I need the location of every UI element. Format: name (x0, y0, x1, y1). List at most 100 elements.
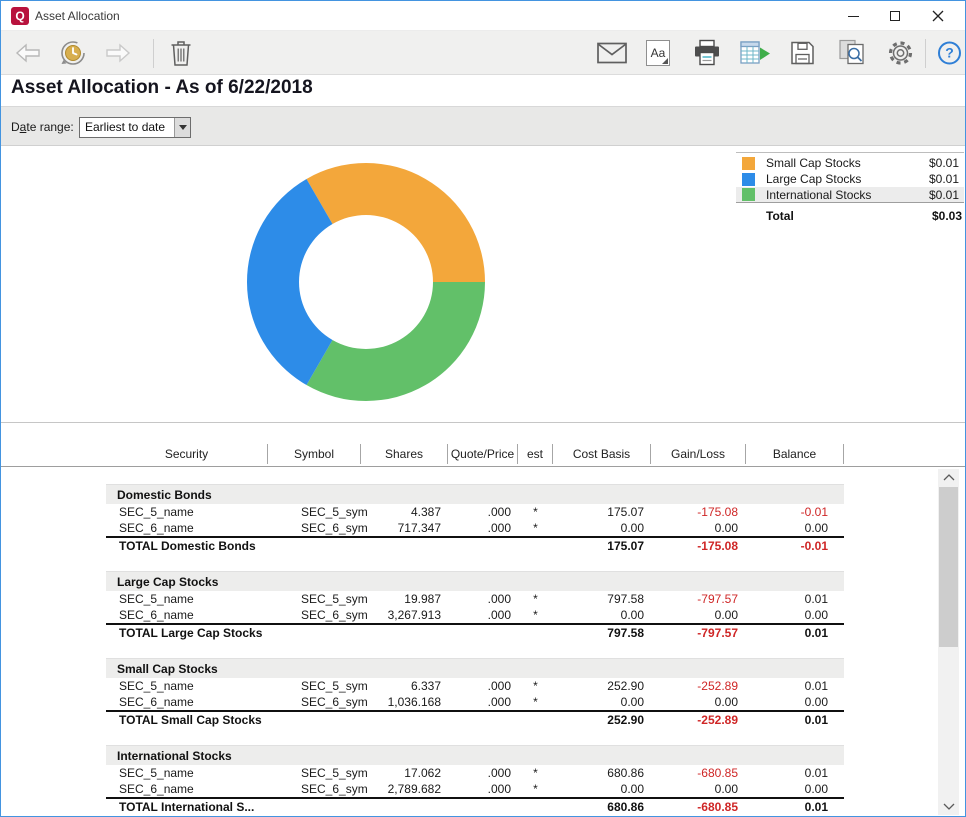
cell-symbol: SEC_5_sym (268, 591, 361, 607)
security-row[interactable]: SEC_6_name SEC_6_sym 1,036.168 .000 * 0.… (106, 694, 844, 710)
title-bar: Q Asset Allocation (1, 1, 965, 31)
cell-shares: 1,036.168 (361, 694, 448, 710)
total-balance: 0.01 (746, 799, 844, 816)
date-range-label: Date range: (11, 107, 74, 147)
cell-security: SEC_6_name (106, 520, 268, 536)
security-row[interactable]: SEC_6_name SEC_6_sym 2,789.682 .000 * 0.… (106, 781, 844, 797)
cell-quote: .000 (448, 765, 518, 781)
cell-balance: 0.00 (746, 520, 844, 536)
scrollbar-thumb[interactable] (939, 487, 958, 647)
save-button[interactable] (790, 40, 815, 65)
export-button[interactable] (740, 40, 771, 66)
donut-segment-large-cap[interactable] (247, 179, 333, 385)
report-header: Asset Allocation - As of 6/22/2018 (1, 75, 965, 106)
quicken-logo-icon: Q (11, 7, 29, 25)
donut-segment-small-cap[interactable] (307, 163, 486, 282)
legend-label: International Stocks (766, 188, 871, 202)
cell-security: SEC_6_name (106, 607, 268, 623)
settings-button[interactable] (887, 39, 914, 66)
toolbar-separator (925, 39, 926, 68)
print-button[interactable] (693, 39, 721, 66)
table-body: Domestic Bonds SEC_5_name SEC_5_sym 4.38… (1, 468, 965, 816)
vertical-scrollbar[interactable] (938, 469, 959, 815)
print-preview-button[interactable] (839, 39, 866, 66)
cell-balance: 0.00 (746, 781, 844, 797)
group-header: Domestic Bonds (106, 484, 844, 504)
cell-security: SEC_5_name (106, 591, 268, 607)
cell-est: * (518, 694, 553, 710)
total-gain-loss: -680.85 (651, 799, 746, 816)
total-balance: 0.01 (746, 625, 844, 642)
minimize-button[interactable] (838, 1, 868, 31)
cell-est: * (518, 591, 553, 607)
legend-row-small-cap[interactable]: Small Cap Stocks $0.01 (736, 155, 964, 171)
cell-cost-basis: 680.86 (553, 765, 651, 781)
legend-swatch-icon (742, 188, 755, 201)
save-floppy-icon (790, 40, 815, 65)
security-row[interactable]: SEC_5_name SEC_5_sym 4.387 .000 * 175.07… (106, 504, 844, 520)
font-button[interactable]: Aa (646, 40, 670, 66)
dropdown-button[interactable] (174, 118, 190, 137)
cell-security: SEC_5_name (106, 504, 268, 520)
chart-section: Small Cap Stocks $0.01 Large Cap Stocks … (1, 146, 965, 423)
security-row[interactable]: SEC_6_name SEC_6_sym 717.347 .000 * 0.00… (106, 520, 844, 536)
forward-button[interactable] (105, 43, 131, 63)
total-gain-loss: -797.57 (651, 625, 746, 642)
email-button[interactable] (597, 42, 627, 63)
cell-symbol: SEC_6_sym (268, 694, 361, 710)
close-button[interactable] (923, 1, 953, 31)
back-button[interactable] (15, 43, 41, 63)
cell-cost-basis: 175.07 (553, 504, 651, 520)
cell-security: SEC_5_name (106, 765, 268, 781)
group-total-row: TOTAL International S... 680.86 -680.85 … (106, 797, 844, 816)
cell-quote: .000 (448, 694, 518, 710)
legend-row-large-cap[interactable]: Large Cap Stocks $0.01 (736, 171, 964, 187)
column-header-symbol: Symbol (268, 444, 361, 464)
security-row[interactable]: SEC_5_name SEC_5_sym 6.337 .000 * 252.90… (106, 678, 844, 694)
column-header-security: Security (106, 444, 268, 464)
cell-quote: .000 (448, 678, 518, 694)
security-groups: Domestic Bonds SEC_5_name SEC_5_sym 4.38… (106, 468, 844, 816)
asset-allocation-donut-chart (246, 162, 486, 402)
group-total-row: TOTAL Large Cap Stocks 797.58 -797.57 0.… (106, 623, 844, 642)
legend-row-international[interactable]: International Stocks $0.01 (736, 187, 964, 203)
delete-button[interactable] (170, 39, 192, 66)
table-header-row: Security Symbol Shares Quote/Price est C… (106, 444, 844, 464)
cell-shares: 3,267.913 (361, 607, 448, 623)
total-cost-basis: 797.58 (553, 625, 651, 642)
cell-est: * (518, 765, 553, 781)
cell-cost-basis: 0.00 (553, 781, 651, 797)
cell-quote: .000 (448, 520, 518, 536)
cell-shares: 6.337 (361, 678, 448, 694)
column-header-gain-loss: Gain/Loss (651, 444, 746, 464)
cell-quote: .000 (448, 607, 518, 623)
cell-quote: .000 (448, 781, 518, 797)
chevron-down-icon (179, 125, 187, 130)
date-range-select[interactable]: Earliest to date (79, 117, 191, 138)
cell-gain-loss: -252.89 (651, 678, 746, 694)
security-row[interactable]: SEC_6_name SEC_6_sym 3,267.913 .000 * 0.… (106, 607, 844, 623)
group-header: Large Cap Stocks (106, 571, 844, 591)
legend-total-value: $0.03 (932, 209, 962, 223)
column-header-est: est (518, 444, 553, 464)
toolbar-separator (153, 39, 154, 68)
cell-shares: 717.347 (361, 520, 448, 536)
cell-gain-loss: 0.00 (651, 607, 746, 623)
cell-gain-loss: -797.57 (651, 591, 746, 607)
cell-symbol: SEC_5_sym (268, 504, 361, 520)
help-button[interactable]: ? (938, 41, 961, 64)
cell-balance: 0.01 (746, 591, 844, 607)
donut-segment-international[interactable] (307, 282, 486, 401)
total-label: TOTAL Large Cap Stocks (106, 625, 553, 642)
scroll-down-button[interactable] (938, 798, 959, 815)
cell-balance: -0.01 (746, 504, 844, 520)
group-total-row: TOTAL Small Cap Stocks 252.90 -252.89 0.… (106, 710, 844, 729)
table-header-strip: Security Symbol Shares Quote/Price est C… (1, 423, 965, 467)
security-row[interactable]: SEC_5_name SEC_5_sym 17.062 .000 * 680.8… (106, 765, 844, 781)
history-button[interactable] (59, 39, 87, 67)
cell-symbol: SEC_5_sym (268, 765, 361, 781)
security-row[interactable]: SEC_5_name SEC_5_sym 19.987 .000 * 797.5… (106, 591, 844, 607)
column-header-cost-basis: Cost Basis (553, 444, 651, 464)
maximize-button[interactable] (880, 1, 910, 31)
scroll-up-button[interactable] (938, 469, 959, 486)
